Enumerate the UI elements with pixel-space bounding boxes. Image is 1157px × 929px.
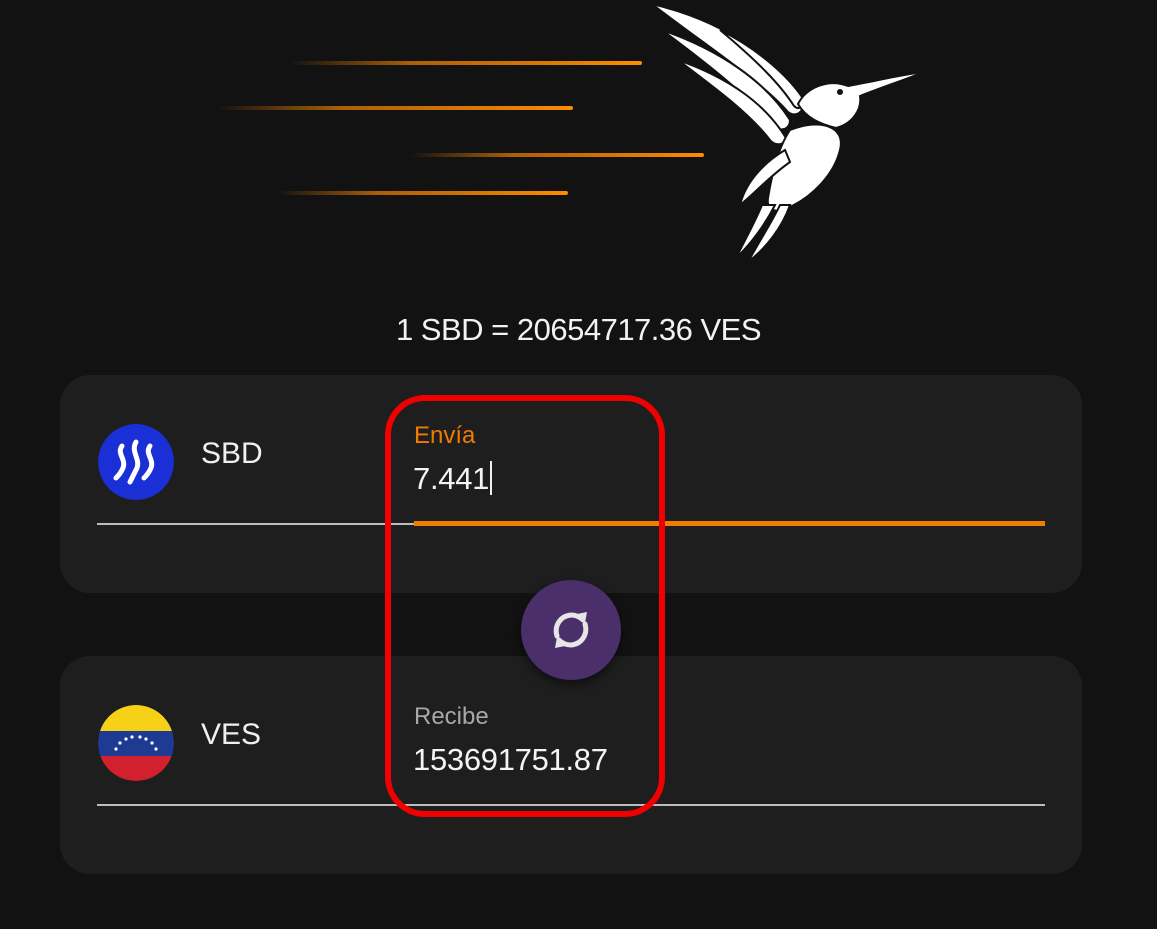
text-caret xyxy=(490,461,493,495)
hummingbird-logo xyxy=(200,0,940,270)
exchange-rate: 1 SBD = 20654717.36 VES xyxy=(395,312,762,347)
swap-arrows-icon xyxy=(553,612,589,648)
receive-card: VES Recibe 153691751.87 xyxy=(60,656,1082,874)
send-card: SBD Envía 7.441 xyxy=(60,375,1082,593)
swap-button[interactable] xyxy=(521,580,621,680)
send-amount-underline xyxy=(414,521,1045,526)
hummingbird-logo-icon xyxy=(218,3,925,263)
receive-currency-select[interactable]: VES xyxy=(201,718,261,752)
send-currency-select[interactable]: SBD xyxy=(201,437,263,471)
venezuela-flag-icon xyxy=(98,705,174,781)
send-currency-underline xyxy=(97,523,415,525)
send-amount-value: 7.441 xyxy=(413,461,490,496)
receive-amount-input[interactable]: 153691751.87 xyxy=(413,742,608,778)
steem-dollars-icon xyxy=(98,424,174,500)
send-amount-input[interactable]: 7.441 xyxy=(413,461,493,497)
exchange-page: 1 SBD = 20654717.36 VES SBD Envía 7.441 xyxy=(0,0,1157,929)
receive-amount-label: Recibe xyxy=(414,703,489,730)
receive-amount-underline xyxy=(414,804,1045,806)
send-amount-label: Envía xyxy=(414,422,476,449)
receive-currency-underline xyxy=(97,804,415,806)
